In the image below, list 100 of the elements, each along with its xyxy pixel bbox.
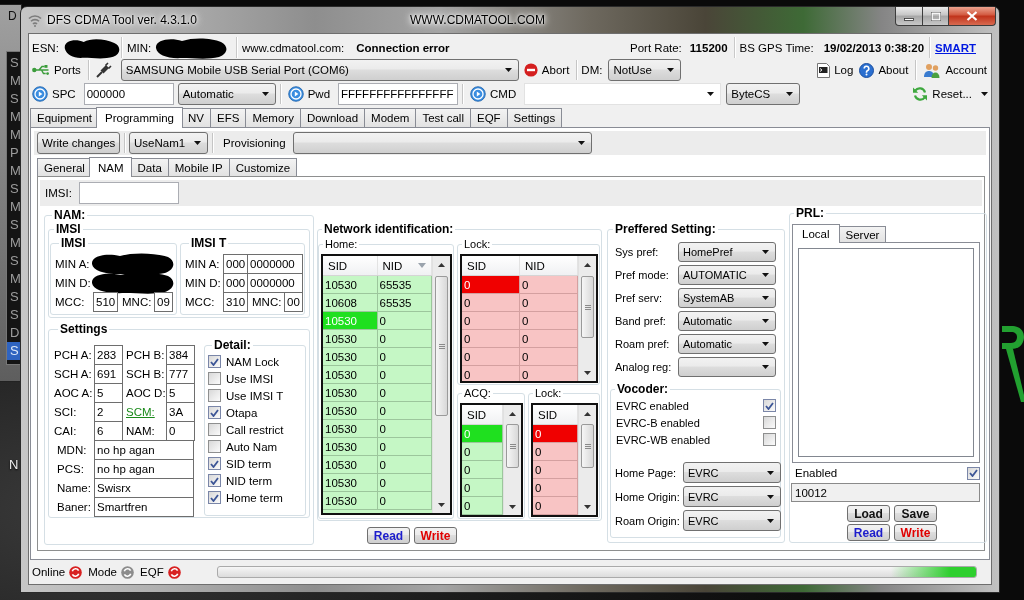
dropdown[interactable]: Automatic bbox=[678, 334, 776, 354]
up-arrow-icon[interactable] bbox=[438, 262, 445, 267]
maximize-button[interactable] bbox=[923, 7, 949, 26]
vertical-scrollbar[interactable] bbox=[432, 256, 450, 513]
table-cell[interactable]: 0 bbox=[377, 348, 432, 366]
input-field[interactable]: 384 bbox=[166, 345, 195, 365]
tab[interactable]: Local bbox=[792, 224, 840, 243]
input-field[interactable]: 2 bbox=[94, 402, 123, 422]
input-field[interactable]: 691 bbox=[94, 364, 123, 384]
table-cell[interactable]: 10530 bbox=[323, 456, 378, 474]
provisioning-dropdown[interactable] bbox=[292, 132, 592, 154]
table-cell[interactable]: 0 bbox=[533, 479, 578, 497]
input-field[interactable]: 0000000 bbox=[247, 273, 303, 293]
input-field[interactable]: 3A bbox=[166, 402, 195, 422]
dropdown[interactable]: EVRC bbox=[683, 462, 781, 483]
pwd-button[interactable]: Pwd bbox=[284, 83, 334, 105]
table-cell[interactable]: 10530 bbox=[323, 348, 378, 366]
list-item[interactable]: M bbox=[7, 270, 21, 288]
checkbox[interactable] bbox=[208, 474, 221, 487]
imsi-input[interactable] bbox=[78, 182, 179, 204]
table-cell[interactable]: 0 bbox=[520, 348, 578, 366]
table-cell[interactable]: 10530 bbox=[323, 438, 378, 456]
dropdown[interactable]: HomePref bbox=[678, 242, 776, 262]
tab[interactable]: Test call bbox=[415, 108, 471, 127]
table-cell[interactable]: 0 bbox=[377, 366, 432, 384]
tab[interactable]: Settings bbox=[506, 108, 563, 127]
input-field[interactable]: no hp agan bbox=[94, 459, 194, 479]
input-field[interactable]: Smartfren bbox=[94, 497, 194, 517]
table-cell[interactable]: 0 bbox=[520, 294, 578, 312]
table-cell[interactable]: 0 bbox=[462, 366, 520, 381]
spc-button[interactable]: SPC bbox=[29, 83, 79, 105]
text-field[interactable]: 10012 bbox=[791, 483, 980, 502]
abort-button[interactable]: Abort bbox=[520, 59, 573, 81]
input-field[interactable]: 777 bbox=[166, 364, 195, 384]
list-item[interactable]: S bbox=[7, 90, 21, 108]
close-button[interactable] bbox=[949, 7, 996, 26]
down-arrow-icon[interactable] bbox=[584, 504, 591, 509]
table-cell[interactable]: 0 bbox=[377, 456, 432, 474]
table-cell[interactable]: 10530 bbox=[323, 474, 378, 492]
dropdown[interactable]: EVRC bbox=[683, 486, 781, 507]
table-cell[interactable]: 10530 bbox=[323, 420, 378, 438]
checkbox[interactable] bbox=[208, 423, 221, 436]
tab[interactable]: NV bbox=[181, 108, 211, 127]
table-cell[interactable]: 0 bbox=[377, 330, 432, 348]
vertical-scrollbar[interactable] bbox=[503, 405, 521, 515]
scrollbar-thumb[interactable] bbox=[435, 276, 448, 416]
port-dropdown[interactable]: SAMSUNG Mobile USB Serial Port (COM6) bbox=[120, 59, 519, 81]
tab[interactable]: Download bbox=[299, 108, 366, 127]
table-cell[interactable]: 0 bbox=[462, 497, 503, 515]
list-item[interactable]: D bbox=[7, 324, 21, 342]
input-field[interactable]: 09 bbox=[154, 292, 173, 312]
tab[interactable]: Modem bbox=[364, 108, 417, 127]
input-field[interactable]: 310 bbox=[223, 292, 248, 312]
cmd-button[interactable]: CMD bbox=[467, 83, 520, 105]
table-cell[interactable]: 0 bbox=[462, 312, 520, 330]
spc-input[interactable]: 000000 bbox=[83, 83, 174, 105]
list-item[interactable]: M bbox=[7, 198, 21, 216]
table-cell[interactable]: 0 bbox=[462, 330, 520, 348]
list-item[interactable]: M bbox=[7, 162, 21, 180]
table-cell[interactable]: 0 bbox=[462, 443, 503, 461]
checkbox[interactable] bbox=[967, 466, 980, 480]
checkbox[interactable] bbox=[208, 355, 221, 368]
reset-button[interactable]: Reset... bbox=[909, 83, 975, 105]
read-button[interactable]: Read bbox=[367, 527, 410, 544]
checkbox[interactable] bbox=[208, 457, 221, 470]
list-item[interactable]: S bbox=[7, 54, 21, 72]
format-dropdown[interactable]: ByteCS bbox=[726, 83, 801, 105]
dm-dropdown[interactable]: NotUse bbox=[608, 59, 682, 81]
input-field[interactable]: 283 bbox=[94, 345, 123, 365]
table-cell[interactable]: 65535 bbox=[377, 276, 432, 294]
tab[interactable]: Customize bbox=[228, 158, 298, 176]
nam-dropdown[interactable]: UseNam1 bbox=[129, 132, 208, 154]
up-arrow-icon[interactable] bbox=[584, 262, 591, 267]
table-cell[interactable]: 0 bbox=[377, 492, 432, 510]
scrollbar-thumb[interactable] bbox=[506, 424, 519, 468]
ports-button[interactable]: Ports bbox=[29, 59, 84, 81]
list-item[interactable]: P bbox=[7, 144, 21, 162]
table-cell[interactable]: 0 bbox=[520, 366, 578, 381]
list-item[interactable]: S bbox=[7, 252, 21, 270]
table-cell[interactable]: 0 bbox=[377, 420, 432, 438]
table-cell[interactable]: 0 bbox=[377, 474, 432, 492]
list-item[interactable]: M bbox=[7, 72, 21, 90]
table-cell[interactable]: 0 bbox=[533, 497, 578, 515]
dropdown[interactable]: EVRC bbox=[683, 510, 781, 531]
table-cell[interactable]: 0 bbox=[533, 425, 578, 443]
table-cell[interactable]: 0 bbox=[377, 402, 432, 420]
checkbox[interactable] bbox=[208, 440, 221, 453]
tab[interactable]: Memory bbox=[245, 108, 301, 127]
dropdown[interactable]: Automatic bbox=[678, 311, 776, 331]
read-button[interactable]: Read bbox=[847, 524, 890, 541]
account-button[interactable]: Account bbox=[920, 59, 990, 81]
input-field[interactable]: 5 bbox=[166, 383, 195, 403]
tab[interactable]: EQF bbox=[469, 108, 508, 127]
table-cell[interactable]: 10608 bbox=[323, 294, 378, 312]
pwd-input[interactable]: FFFFFFFFFFFFFFFF bbox=[338, 83, 459, 105]
tab[interactable]: Programming bbox=[96, 107, 183, 128]
list-item[interactable]: S bbox=[7, 216, 21, 234]
down-arrow-icon[interactable] bbox=[438, 502, 445, 507]
input-field[interactable]: 6 bbox=[94, 421, 123, 441]
scrollbar-thumb[interactable] bbox=[581, 276, 594, 338]
